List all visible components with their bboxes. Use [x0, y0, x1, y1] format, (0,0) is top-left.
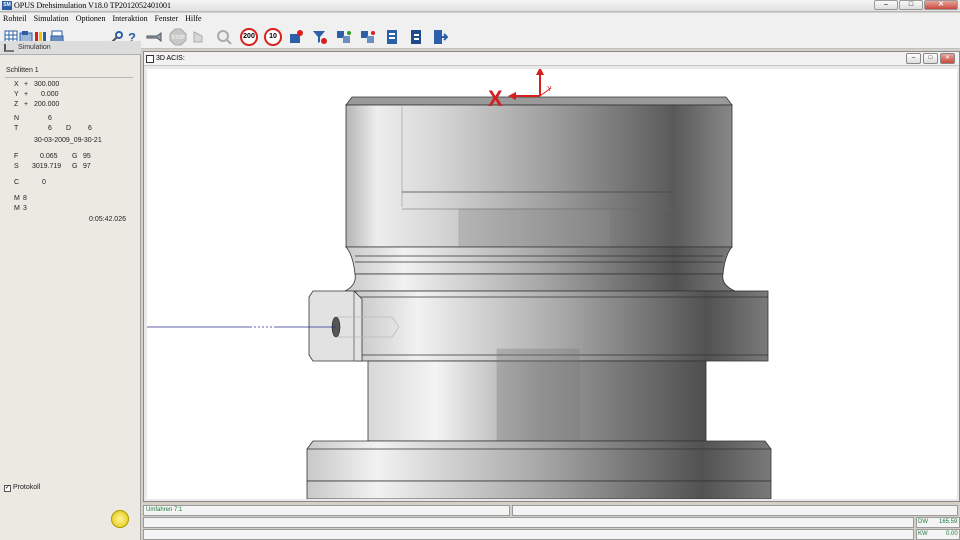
m1-label: M [14, 195, 20, 202]
menu-bar: Rohteil Simulation Optionen Interaktion … [0, 13, 960, 25]
title-bar: SM OPUS Drehsimulation V18.0 TP201205240… [0, 0, 960, 12]
view-window-icon [146, 55, 154, 63]
status-message: Umfahren 7:1 [143, 505, 510, 516]
t-value: 6 [48, 125, 52, 132]
export-icon[interactable] [408, 28, 424, 46]
carriage-label: Schlitten 1 [6, 67, 39, 74]
menu-hilfe[interactable]: Hilfe [185, 13, 201, 25]
dw-value: 165.59 [939, 519, 958, 525]
view-minimize-button[interactable]: – [906, 53, 921, 64]
pause-tool-icon[interactable] [192, 28, 208, 46]
status-line-2 [143, 517, 914, 528]
f-value: 0.065 [40, 153, 58, 160]
menu-optionen[interactable]: Optionen [76, 13, 106, 25]
y-label: Y [14, 91, 19, 98]
divider [5, 77, 133, 78]
maximize-button[interactable]: □ [899, 0, 923, 10]
m2-label: M [14, 205, 20, 212]
speed-limit-200-icon[interactable]: 200 [239, 28, 259, 46]
svg-text:STOP: STOP [171, 35, 185, 41]
z-sign: + [24, 101, 29, 108]
menu-simulation[interactable]: Simulation [34, 13, 69, 25]
cubes-icon-2[interactable] [360, 28, 376, 46]
status-line-3 [143, 529, 914, 540]
s-value: 3019.719 [32, 163, 62, 170]
datetime-label: 30-03-2009_09-30-21 [34, 137, 102, 144]
n-label: N [14, 115, 20, 122]
magnifier-icon[interactable] [216, 28, 232, 46]
x-value: 300.000 [34, 81, 60, 88]
view-window-titlebar: 3D ACIS: – □ ✕ [144, 52, 959, 66]
s-label: S [14, 163, 19, 170]
3d-viewport[interactable]: X Y [147, 69, 957, 499]
status-bar: Umfahren 7:1 DW 165.59 KW 0.00 [143, 504, 960, 540]
d-value: 6 [88, 125, 92, 132]
status-empty-field [512, 505, 958, 516]
toolbar: ? STOP 200 10 [0, 25, 960, 49]
f-label: F [14, 153, 19, 160]
time-value: 0:05:42.026 [89, 216, 126, 223]
x-sign: + [24, 81, 29, 88]
kw-label: KW [918, 531, 928, 537]
exit-icon[interactable] [432, 28, 448, 46]
speed-limit-10-icon[interactable]: 10 [263, 28, 283, 46]
g1-value: 95 [83, 153, 91, 160]
menu-fenster[interactable]: Fenster [155, 13, 179, 25]
kw-value: 0.00 [946, 531, 958, 537]
simulation-panel: Simulation Schlitten 1 X + 300.000 Y + 0… [0, 41, 141, 540]
axis-x-label: X [488, 86, 503, 111]
t-label: T [14, 125, 19, 132]
simulation-tab-label: Simulation [18, 44, 51, 51]
close-button[interactable]: ✕ [924, 0, 958, 10]
view-window: 3D ACIS: – □ ✕ X Y [143, 51, 960, 502]
menu-interaktion[interactable]: Interaktion [112, 13, 147, 25]
c-label: C [14, 179, 20, 186]
g1-label: G [72, 153, 78, 160]
view-restore-button[interactable]: □ [923, 53, 938, 64]
cubes-icon[interactable] [336, 28, 352, 46]
z-label: Z [14, 101, 19, 108]
protokoll-checkbox[interactable]: ✓ [4, 485, 11, 492]
y-sign: + [24, 91, 29, 98]
app-icon: SM [2, 1, 12, 10]
minimize-button[interactable]: – [874, 0, 898, 10]
m2-value: 3 [23, 205, 27, 212]
d-label: D [66, 125, 72, 132]
g2-label: G [72, 163, 78, 170]
view-close-button[interactable]: ✕ [940, 53, 955, 64]
simulation-tab[interactable]: Simulation [0, 41, 141, 55]
window-controls: – □ ✕ [874, 0, 958, 10]
y-value: 0.000 [41, 91, 59, 98]
x-label: X [14, 81, 19, 88]
protokoll-label: Protokoll [13, 484, 41, 491]
simulation-icon [4, 44, 14, 52]
stack-icon[interactable] [288, 28, 304, 46]
menu-rohteil[interactable]: Rohteil [3, 13, 27, 25]
tool-icon[interactable] [146, 28, 162, 46]
workpiece-render: X Y [147, 69, 957, 499]
view-window-controls: – □ ✕ [906, 53, 955, 64]
arrows-icon[interactable] [384, 28, 400, 46]
dw-label: DW [918, 519, 928, 525]
filter-icon[interactable] [312, 28, 328, 46]
stop-sign-icon[interactable]: STOP [168, 28, 188, 46]
view-title: 3D ACIS: [156, 55, 185, 62]
n-value: 6 [48, 115, 52, 122]
c-value: 0 [42, 179, 46, 186]
g2-value: 97 [83, 163, 91, 170]
m1-value: 8 [23, 195, 27, 202]
window-title: OPUS Drehsimulation V18.0 TP201205240100… [14, 1, 172, 10]
lightbulb-icon[interactable] [111, 510, 129, 528]
axis-y-label: Y [547, 86, 552, 93]
z-value: 200.000 [34, 101, 60, 108]
